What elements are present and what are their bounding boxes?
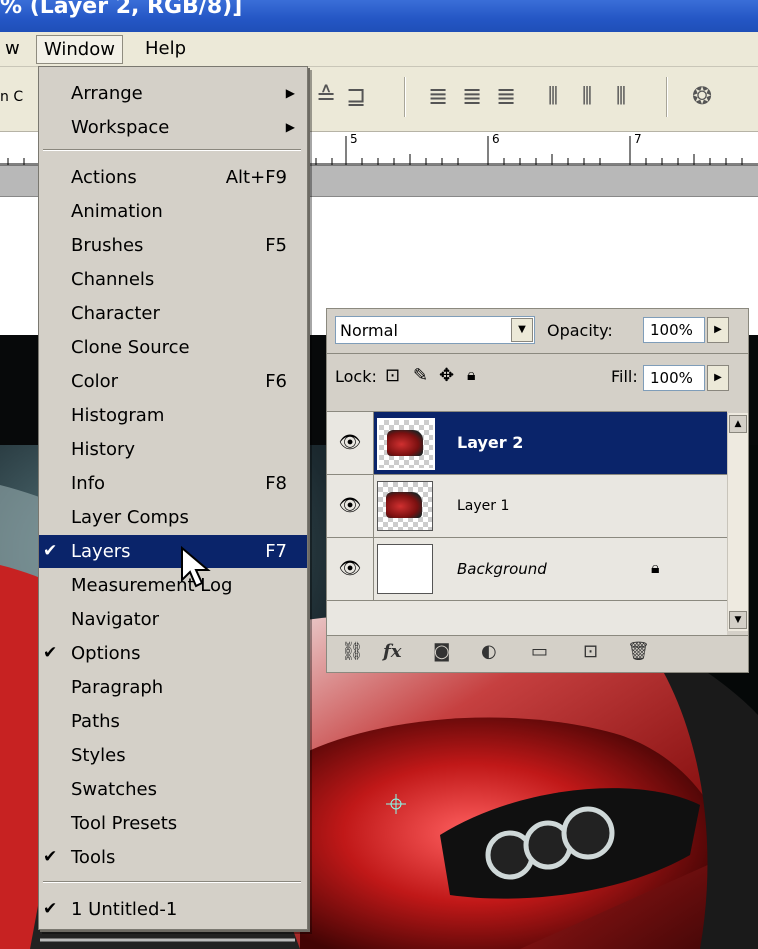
distribute-bottom-icon[interactable]: ≣: [496, 81, 516, 111]
distribute-hcenter-icon[interactable]: ⫴: [582, 81, 592, 111]
layer-name: Layer 2: [457, 433, 524, 452]
lock-pixels-brush-icon[interactable]: ✎: [413, 365, 428, 386]
layer-thumbnail: [377, 544, 433, 594]
new-layer-icon[interactable]: ⊡: [583, 641, 598, 662]
blend-opacity-row: Normal ▼ Opacity: 100% ▶: [327, 309, 748, 353]
layers-panel-footer: ⛓︎ fx ◙ ◐ ▭ ⊡ 🗑︎: [327, 635, 748, 672]
window-menu-dropdown: Arrange ▶ Workspace ▶ Actions Alt+F9 Anim…: [38, 66, 308, 930]
layer-name: Layer 1: [457, 498, 510, 514]
menu-view[interactable]: w: [0, 35, 27, 62]
menu-item-document-untitled-1[interactable]: ✔ 1 Untitled-1: [39, 893, 307, 926]
add-mask-icon[interactable]: ◙: [433, 641, 450, 662]
layers-empty-area: [327, 600, 727, 635]
menu-item-options[interactable]: ✔ Options: [39, 637, 307, 670]
menu-item-layers[interactable]: ✔ Layers F7: [39, 535, 307, 568]
menu-item-actions[interactable]: Actions Alt+F9: [39, 161, 307, 194]
chevron-down-icon[interactable]: ▼: [511, 318, 533, 342]
layer-style-fx-icon[interactable]: fx: [383, 641, 401, 662]
delete-layer-trash-icon[interactable]: 🗑︎: [627, 641, 650, 662]
adjustment-layer-icon[interactable]: ◐: [481, 641, 497, 662]
fill-label: Fill:: [611, 367, 638, 386]
menu-item-character[interactable]: Character: [39, 297, 307, 330]
layer-row-layer-2[interactable]: 👁︎ Layer 2: [327, 411, 727, 474]
layer-row-background[interactable]: 👁︎ Background 🔒︎: [327, 537, 727, 600]
menu-separator: [43, 149, 301, 151]
distribute-right-icon[interactable]: ⫴: [616, 81, 626, 111]
visibility-eye-icon[interactable]: 👁︎: [327, 538, 374, 600]
title-bar: % (Layer 2, RGB/8)]: [0, 0, 758, 32]
layers-scrollbar[interactable]: ▲ ▼: [727, 413, 748, 631]
options-partial-text: n C: [0, 89, 24, 105]
layer-lock-icon: 🔒︎: [651, 558, 660, 577]
menu-item-paragraph[interactable]: Paragraph: [39, 671, 307, 704]
ruler-label: 6: [492, 132, 500, 146]
menu-bar: w Window Help: [0, 32, 758, 67]
submenu-arrow-icon: ▶: [285, 120, 295, 134]
fill-field[interactable]: 100%: [643, 365, 705, 391]
lock-position-move-icon[interactable]: ✥: [439, 365, 454, 386]
menu-item-measurement-log[interactable]: Measurement Log: [39, 569, 307, 602]
menu-item-info[interactable]: Info F8: [39, 467, 307, 500]
auto-align-icon[interactable]: ❂: [692, 81, 712, 111]
checkmark-icon: ✔: [43, 847, 58, 867]
checkmark-icon: ✔: [43, 643, 58, 663]
blend-mode-select[interactable]: Normal ▼: [335, 316, 535, 344]
align-top-icon[interactable]: ≙: [316, 81, 336, 111]
menu-item-histogram[interactable]: Histogram: [39, 399, 307, 432]
menu-help[interactable]: Help: [138, 35, 193, 62]
menu-separator: [43, 881, 301, 883]
menu-item-paths[interactable]: Paths: [39, 705, 307, 738]
menu-item-clone-source[interactable]: Clone Source: [39, 331, 307, 364]
checkmark-icon: ✔: [43, 899, 58, 919]
checkmark-icon: ✔: [43, 541, 58, 561]
menu-item-workspace[interactable]: Workspace ▶: [39, 111, 307, 144]
lock-fill-row: Lock: ⊡ ✎ ✥ 🔒︎ Fill: 100% ▶: [327, 353, 748, 411]
ruler-label: 7: [634, 132, 642, 146]
scroll-down-icon[interactable]: ▼: [729, 611, 747, 629]
options-separator: [404, 77, 406, 117]
layer-thumbnail: [377, 481, 433, 531]
fill-flyout-arrow-icon[interactable]: ▶: [707, 365, 729, 391]
new-group-folder-icon[interactable]: ▭: [531, 641, 548, 662]
lock-label: Lock:: [335, 367, 377, 386]
visibility-eye-icon[interactable]: 👁︎: [327, 412, 374, 474]
menu-item-styles[interactable]: Styles: [39, 739, 307, 772]
submenu-arrow-icon: ▶: [285, 86, 295, 100]
menu-window[interactable]: Window: [36, 35, 123, 64]
menu-item-navigator[interactable]: Navigator: [39, 603, 307, 636]
opacity-flyout-arrow-icon[interactable]: ▶: [707, 317, 729, 343]
menu-item-color[interactable]: Color F6: [39, 365, 307, 398]
link-layers-icon[interactable]: ⛓︎: [341, 641, 364, 662]
menu-item-tools[interactable]: ✔ Tools: [39, 841, 307, 874]
options-separator: [666, 77, 668, 117]
menu-item-animation[interactable]: Animation: [39, 195, 307, 228]
distribute-vcenter-icon[interactable]: ≣: [462, 81, 482, 111]
visibility-eye-icon[interactable]: 👁︎: [327, 475, 374, 537]
layer-name: Background: [457, 560, 547, 578]
layers-panel: Normal ▼ Opacity: 100% ▶ Lock: ⊡ ✎ ✥ 🔒︎ …: [326, 308, 749, 673]
layer-thumbnail: [377, 418, 435, 470]
menu-item-tool-presets[interactable]: Tool Presets: [39, 807, 307, 840]
menu-item-history[interactable]: History: [39, 433, 307, 466]
menu-item-swatches[interactable]: Swatches: [39, 773, 307, 806]
menu-item-arrange[interactable]: Arrange ▶: [39, 77, 307, 110]
lock-all-icon[interactable]: 🔒︎: [467, 365, 476, 385]
menu-item-layer-comps[interactable]: Layer Comps: [39, 501, 307, 534]
menu-item-channels[interactable]: Channels: [39, 263, 307, 296]
opacity-label: Opacity:: [547, 321, 613, 340]
ruler-label: 5: [350, 132, 358, 146]
distribute-left-icon[interactable]: ⫴: [548, 81, 558, 111]
opacity-field[interactable]: 100%: [643, 317, 705, 343]
mouse-pointer-icon: [181, 546, 211, 588]
scroll-up-icon[interactable]: ▲: [729, 415, 747, 433]
distribute-top-icon[interactable]: ≣: [428, 81, 448, 111]
window-title: % (Layer 2, RGB/8)]: [0, 0, 243, 19]
menu-item-brushes[interactable]: Brushes F5: [39, 229, 307, 262]
layer-row-layer-1[interactable]: 👁︎ Layer 1: [327, 474, 727, 537]
lock-transparency-icon[interactable]: ⊡: [385, 365, 400, 386]
align-bottom-icon[interactable]: ⊒: [346, 81, 366, 111]
